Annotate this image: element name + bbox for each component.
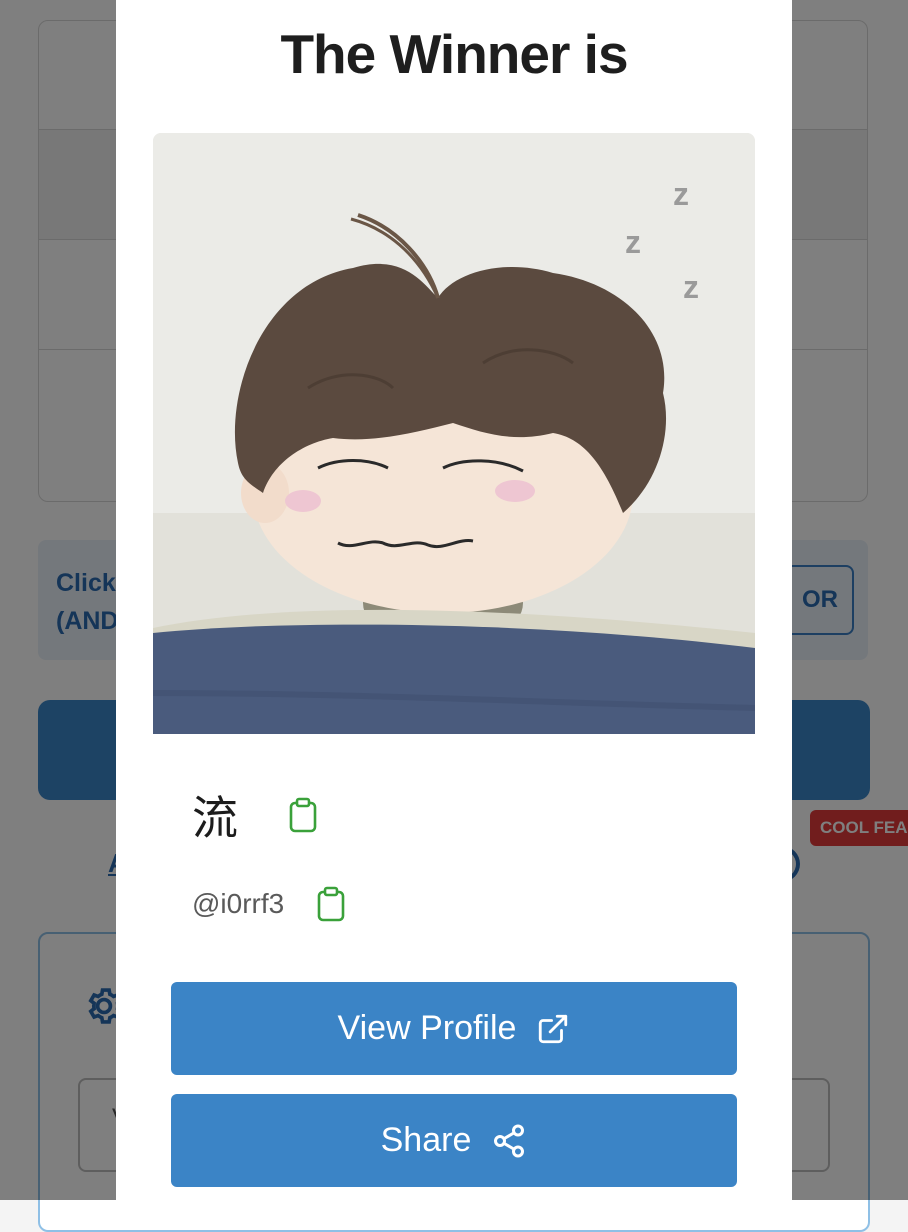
sleep-z-mark: z [625,224,641,260]
modal-title: The Winner is [280,23,628,85]
clipboard-icon [289,797,317,833]
winner-handle-row: @i0rrf3 [192,886,346,922]
winner-handle: @i0rrf3 [192,888,285,919]
winner-name-row: 流 [192,782,318,848]
copy-name-button[interactable] [288,797,318,833]
share-label: Share [380,1121,472,1159]
winner-name: 流 [192,792,238,844]
external-link-icon [539,1014,568,1043]
copy-handle-button[interactable] [316,886,346,922]
view-profile-button[interactable]: View Profile [171,982,737,1075]
winner-avatar-image: z z z [153,133,755,734]
share-icon [494,1124,525,1157]
share-button[interactable]: Share [171,1094,737,1187]
plush-doll-illustration: z z z [153,133,755,734]
view-profile-label: View Profile [337,1009,517,1047]
clipboard-icon [317,886,345,922]
winner-modal: The Winner is z z z 流 @i0rrf3 View Profi… [116,0,792,1200]
sleep-z-mark: z [673,176,689,212]
sleep-z-mark: z [683,269,699,305]
